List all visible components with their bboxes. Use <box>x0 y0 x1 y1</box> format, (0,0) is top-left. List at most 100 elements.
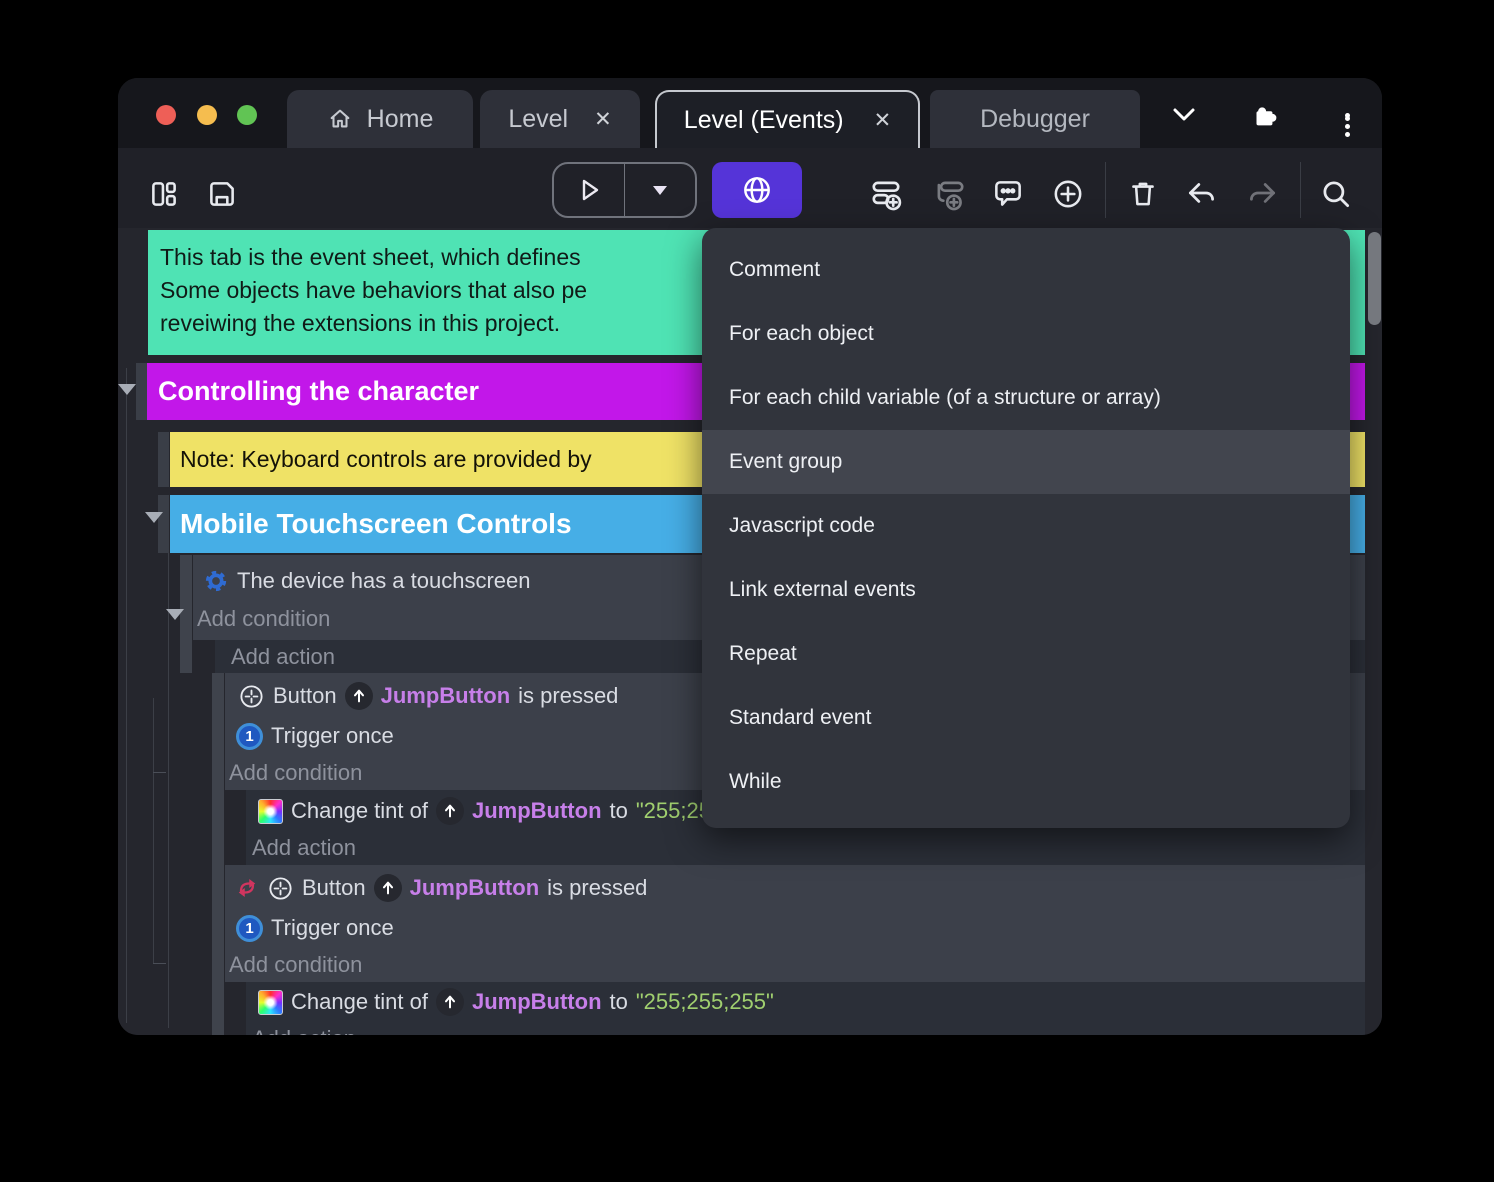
play-options-button[interactable] <box>625 164 695 216</box>
condition-suffix: is pressed <box>518 683 619 708</box>
event-drag-handle[interactable] <box>158 432 169 487</box>
tree-connector <box>153 772 166 773</box>
tab-label: Home <box>366 104 434 133</box>
kebab-icon <box>1344 112 1350 137</box>
toggle-panels-button[interactable] <box>144 174 184 214</box>
delete-button[interactable] <box>1123 174 1163 214</box>
add-comment-button[interactable] <box>988 174 1028 214</box>
add-subevent-button[interactable] <box>930 174 970 214</box>
window-menu-button[interactable] <box>1330 100 1364 137</box>
object-name: JumpButton <box>409 875 540 900</box>
jumpbutton-object-icon <box>373 874 402 902</box>
redo-button[interactable] <box>1242 174 1282 214</box>
gear-icon <box>203 568 229 594</box>
traffic-close-button[interactable] <box>156 105 176 125</box>
collapse-triangle-icon[interactable] <box>118 384 136 395</box>
close-icon[interactable]: ✕ <box>594 107 612 132</box>
condition-object: Button <box>273 683 337 708</box>
add-subevent-icon <box>930 174 970 214</box>
collapse-triangle-icon[interactable] <box>166 609 184 620</box>
add-event-button[interactable] <box>866 174 906 214</box>
menu-item-link-external-events[interactable]: Link external events <box>702 558 1350 622</box>
globe-icon <box>740 173 774 207</box>
tab-label: Debugger <box>980 104 1090 133</box>
add-condition-link[interactable]: Add condition <box>197 602 330 636</box>
close-icon[interactable]: ✕ <box>874 108 892 133</box>
event-jumpbutton-released[interactable]: Button JumpButton is pressed 1 Trigger o… <box>225 865 1365 982</box>
tint-icon <box>258 989 283 1015</box>
add-new-button[interactable] <box>1048 174 1088 214</box>
menu-item-standard-event[interactable]: Standard event <box>702 686 1350 750</box>
extensions-button[interactable] <box>1247 100 1281 130</box>
add-condition-link[interactable]: Add condition <box>229 948 362 982</box>
add-action-link[interactable]: Add action <box>231 640 335 674</box>
tab-level[interactable]: Level ✕ <box>480 90 640 148</box>
search-button[interactable] <box>1316 174 1356 214</box>
menu-item-javascript-code[interactable]: Javascript code <box>702 494 1350 558</box>
tab-home[interactable]: Home <box>287 90 473 148</box>
object-name: JumpButton <box>380 683 511 708</box>
button-dpad-icon <box>267 875 294 902</box>
condition-suffix: is pressed <box>547 875 648 900</box>
trigger-once-icon: 1 <box>236 722 263 750</box>
action-text: Change tint of <box>291 798 428 823</box>
menu-item-for-each-child-variable[interactable]: For each child variable (of a structure … <box>702 366 1350 430</box>
actions-panel: Change tint of JumpButton to "255;255;25… <box>246 982 1365 1035</box>
save-button[interactable] <box>202 174 242 214</box>
add-condition-link[interactable]: Add condition <box>229 756 362 790</box>
condition-object: Button <box>302 875 366 900</box>
action-value: "255;255;255" <box>635 989 774 1014</box>
tabs-overflow-button[interactable] <box>1167 100 1201 130</box>
tab-level-events[interactable]: Level (Events) ✕ <box>655 90 920 148</box>
traffic-zoom-button[interactable] <box>237 105 257 125</box>
tab-debugger[interactable]: Debugger <box>930 90 1140 148</box>
condition-text: The device has a touchscreen <box>237 568 531 593</box>
trigger-once-icon: 1 <box>236 914 263 942</box>
add-action-link[interactable]: Add action <box>252 831 356 865</box>
redo-icon <box>1244 176 1280 212</box>
object-name: JumpButton <box>471 798 602 823</box>
event-drag-handle[interactable] <box>158 495 169 553</box>
play-button-group <box>552 162 697 218</box>
add-action-link[interactable]: Add action <box>252 1022 356 1035</box>
toolbar-divider <box>1300 162 1301 218</box>
jumpbutton-object-icon <box>435 797 464 825</box>
undo-button[interactable] <box>1182 174 1222 214</box>
jumpbutton-object-icon <box>344 682 373 710</box>
tree-connector <box>153 698 154 963</box>
tree-connector <box>153 963 166 964</box>
add-event-icon <box>866 174 906 214</box>
condition-text: Trigger once <box>271 723 394 748</box>
menu-item-repeat[interactable]: Repeat <box>702 622 1350 686</box>
undo-icon <box>1184 176 1220 212</box>
invert-condition-icon <box>235 876 259 900</box>
plus-circle-icon <box>1050 176 1086 212</box>
save-icon <box>205 177 239 211</box>
collapse-triangle-icon[interactable] <box>145 512 163 523</box>
jumpbutton-object-icon <box>435 988 464 1016</box>
home-icon <box>327 106 353 132</box>
search-icon <box>1318 176 1354 212</box>
app-window: Home Level ✕ Level (Events) ✕ Debugger T… <box>118 78 1382 1035</box>
event-drag-handle[interactable] <box>136 363 147 420</box>
menu-item-while[interactable]: While <box>702 750 1350 814</box>
tab-label: Level <box>508 104 569 133</box>
menu-item-event-group[interactable]: Event group <box>702 430 1350 494</box>
menu-item-for-each-object[interactable]: For each object <box>702 302 1350 366</box>
preview-over-network-button[interactable] <box>712 162 802 218</box>
menu-item-comment[interactable]: Comment <box>702 238 1350 302</box>
add-event-context-menu: Comment For each object For each child v… <box>702 228 1350 828</box>
traffic-minimize-button[interactable] <box>197 105 217 125</box>
event-drag-handle[interactable] <box>212 673 224 1035</box>
comment-bubble-icon <box>990 176 1026 212</box>
play-button[interactable] <box>554 164 624 216</box>
toolbar-divider <box>1105 162 1106 218</box>
chevron-down-icon <box>1171 106 1197 124</box>
puzzle-icon <box>1249 100 1279 130</box>
object-name: JumpButton <box>471 989 602 1014</box>
condition-text: Trigger once <box>271 915 394 940</box>
trash-icon <box>1126 177 1160 211</box>
titlebar: Home Level ✕ Level (Events) ✕ Debugger <box>118 78 1382 148</box>
vertical-scrollbar[interactable] <box>1368 232 1381 325</box>
indent-guide <box>168 503 169 1028</box>
